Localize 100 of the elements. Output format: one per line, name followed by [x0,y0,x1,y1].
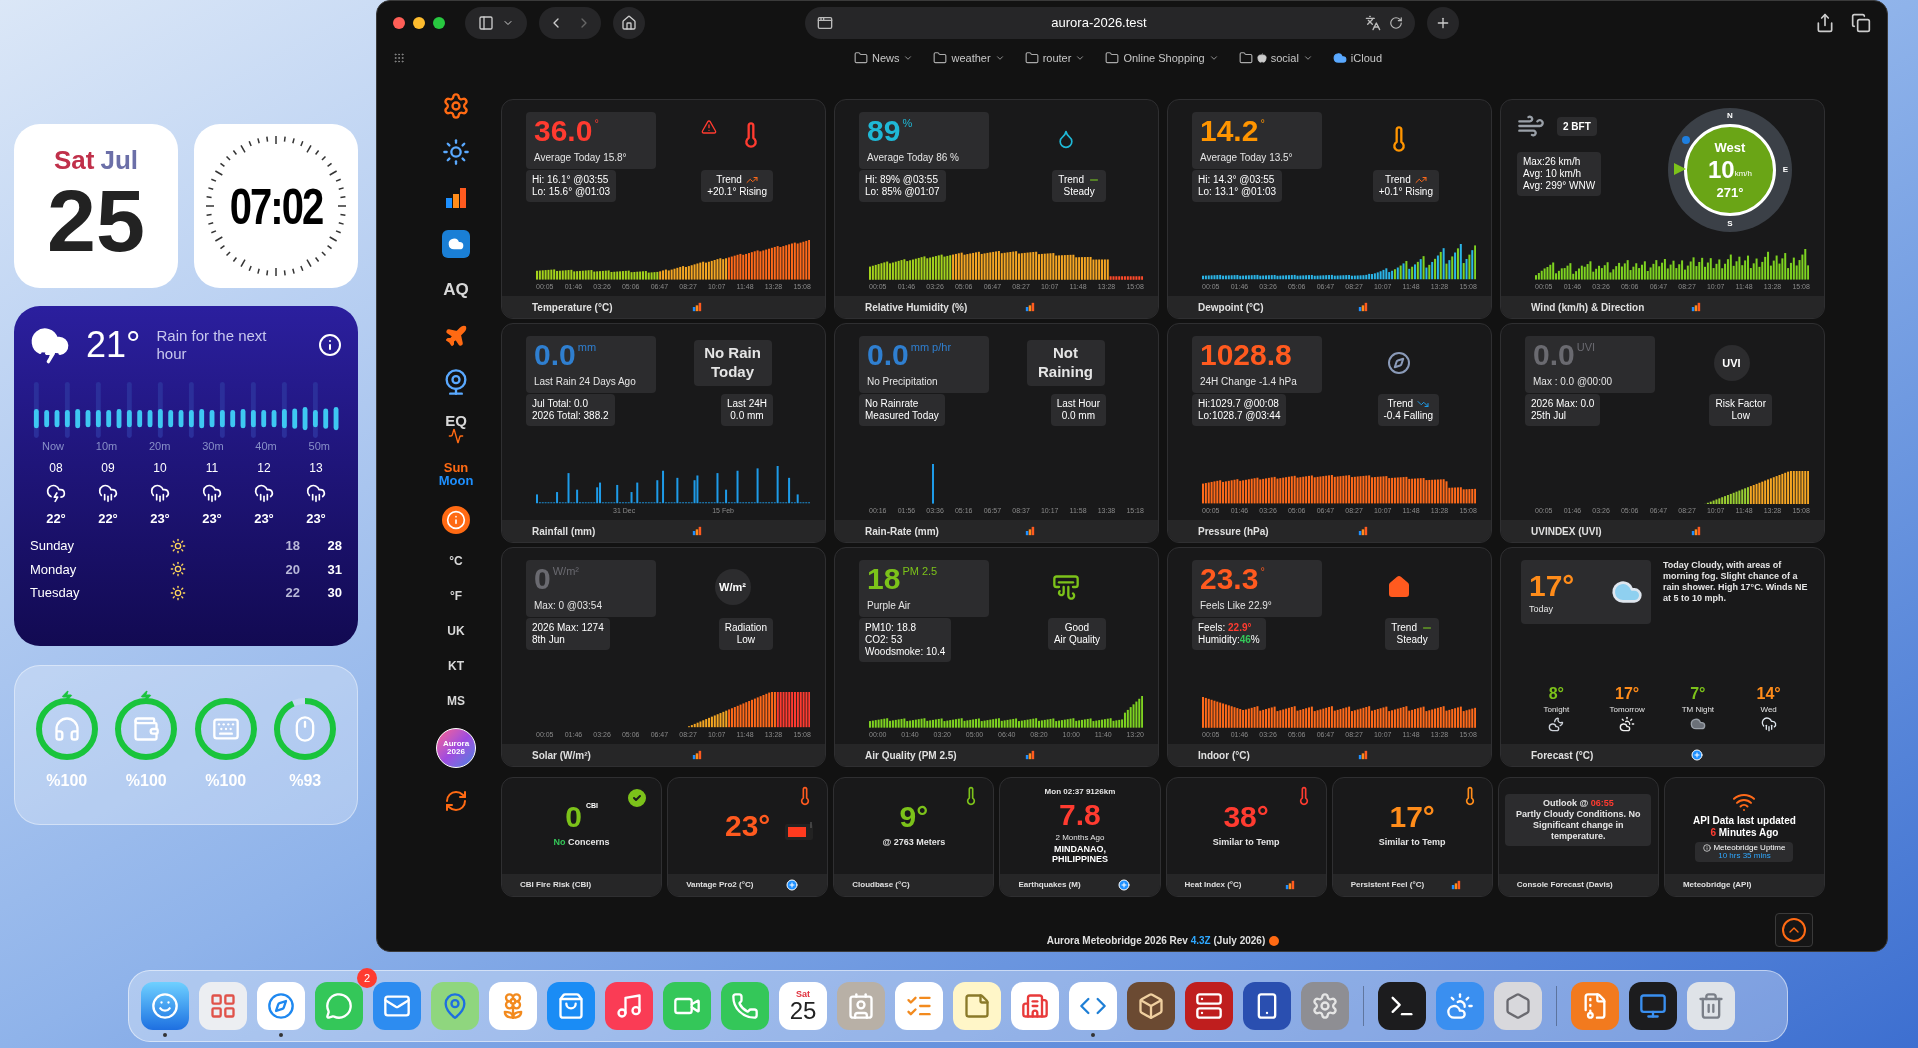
stat-line: Woodsmoke: 10.4 [865,646,946,658]
bar-chart-icon[interactable] [444,186,468,210]
music-note-icon[interactable] [605,982,653,1030]
caret-icon[interactable] [903,53,914,63]
bar-chart-icon[interactable] [1358,750,1368,760]
plus-icon[interactable] [786,879,799,891]
gear-icon[interactable] [1301,982,1349,1030]
bookmark-link[interactable]: social [1270,49,1299,67]
bar-chart-icon[interactable] [1025,526,1035,536]
monitor-icon[interactable] [1629,982,1677,1030]
bar-chart-icon[interactable] [1358,302,1368,312]
bar-chart-icon[interactable] [1450,880,1461,890]
home-button[interactable] [613,7,645,39]
bookmark-link[interactable]: weather [951,49,991,67]
rain-cloud-icon [254,482,274,503]
caret-icon[interactable] [994,53,1005,63]
note-pad-icon[interactable] [953,982,1001,1030]
apple-icon [1256,53,1267,63]
app-grid-icon[interactable] [199,982,247,1030]
trash-can-icon[interactable] [1687,982,1735,1030]
calendar-app-icon[interactable]: Sat 25 [779,982,827,1030]
bookmark-link[interactable]: News [871,49,900,67]
avatar[interactable]: Aurora 2026 [436,728,476,768]
info-icon[interactable] [1269,935,1280,946]
shopping-bag-icon[interactable] [547,982,595,1030]
bar-chart-icon[interactable] [692,750,702,760]
map-pin-icon[interactable] [431,982,479,1030]
reading-caption: Feels Like 22.9° [1200,599,1273,613]
pulse-icon[interactable] [446,427,466,444]
outlook-line: Partly Cloudy Conditions. No Significant change in temperature. [1515,809,1642,842]
version-link[interactable]: 4.3Z [1190,935,1211,946]
address-bar[interactable]: aurora-2026.test [805,7,1415,39]
bookmark-link[interactable]: router [1042,49,1072,67]
smiley-face-icon[interactable] [141,982,189,1030]
building-icon[interactable] [1011,982,1059,1030]
close-button[interactable] [393,17,405,29]
home-icon[interactable] [621,15,637,31]
unit-link[interactable]: MS [447,691,465,710]
smartphone-icon[interactable] [1243,982,1291,1030]
sidebar-toggle-button[interactable] [465,7,527,39]
sidebar-link[interactable]: Moon [438,474,474,487]
bar-chart-icon[interactable] [1691,302,1701,312]
reading-caption: Last Rain 24 Days Ago [534,375,637,389]
sidebar-icon[interactable] [478,15,494,31]
folder-icon [1105,51,1120,65]
plus-icon[interactable] [1118,879,1131,891]
compass-icon[interactable] [257,982,305,1030]
card-title: Cloudbase (°C) [851,879,911,891]
plus-icon[interactable] [1691,749,1703,761]
server-icon[interactable] [1185,982,1233,1030]
sun-icon[interactable] [442,138,470,166]
cloud-sun-icon[interactable] [1436,982,1484,1030]
envelope-icon[interactable] [373,982,421,1030]
checklist-icon[interactable] [895,982,943,1030]
caret-icon[interactable] [1302,53,1313,63]
refresh-icon[interactable] [444,789,468,813]
bar-chart-icon[interactable] [692,302,702,312]
sidebar-link[interactable]: Sun [443,461,469,474]
page-menu-icon[interactable] [817,15,833,31]
translate-icon[interactable] [1365,15,1381,31]
bar-chart-icon[interactable] [1025,302,1035,312]
unit-link[interactable]: °C [449,551,463,570]
sidebar-link[interactable]: AQ [443,277,469,303]
stat-line: Avg: 299° WNW [1523,180,1596,192]
grid-icon[interactable] [393,52,405,64]
tabs-overview-icon[interactable] [1851,13,1871,33]
minimize-button[interactable] [413,17,425,29]
plane-icon[interactable] [444,324,468,348]
zoom-button[interactable] [433,17,445,29]
bar-chart-icon[interactable] [1691,526,1701,536]
cloud-icon [1689,716,1706,732]
period-temp: 8° [1548,686,1564,702]
new-tab-button[interactable] [1427,7,1459,39]
code-icon[interactable] [1069,982,1117,1030]
chevron-up-icon[interactable] [1782,918,1806,942]
caret-icon[interactable] [1208,53,1219,63]
bar-chart-icon[interactable] [1358,526,1368,536]
cloud-app-icon[interactable] [442,230,470,258]
box-icon[interactable] [1127,982,1175,1030]
stat-line: Hi:1029.7 @00:08 [1198,398,1280,410]
bar-chart-icon[interactable] [1284,880,1295,890]
settings-icon[interactable] [442,92,470,120]
bar-chart-icon[interactable] [692,526,702,536]
info-icon[interactable] [318,333,342,357]
share-icon[interactable] [1815,13,1835,33]
archive-file-icon[interactable] [1571,982,1619,1030]
reading-caption: Average Today 15.8° [534,151,628,165]
unit-link[interactable]: °F [449,586,463,605]
caret-icon[interactable] [1075,53,1086,63]
bookmark-link[interactable]: Online Shopping [1123,49,1205,67]
unit-link[interactable]: UK [447,621,465,640]
bar-chart-icon[interactable] [1025,750,1035,760]
plus-icon[interactable] [1435,15,1451,31]
reload-icon[interactable] [1389,16,1403,30]
sidebar-link[interactable]: EQ [445,412,467,428]
unit-link[interactable]: KT [448,656,464,675]
terminal-icon[interactable] [1378,982,1426,1030]
scroll-top-button[interactable] [1775,913,1813,947]
unit-label: ° [1260,118,1265,129]
bookmark-link[interactable]: iCloud [1350,49,1383,67]
